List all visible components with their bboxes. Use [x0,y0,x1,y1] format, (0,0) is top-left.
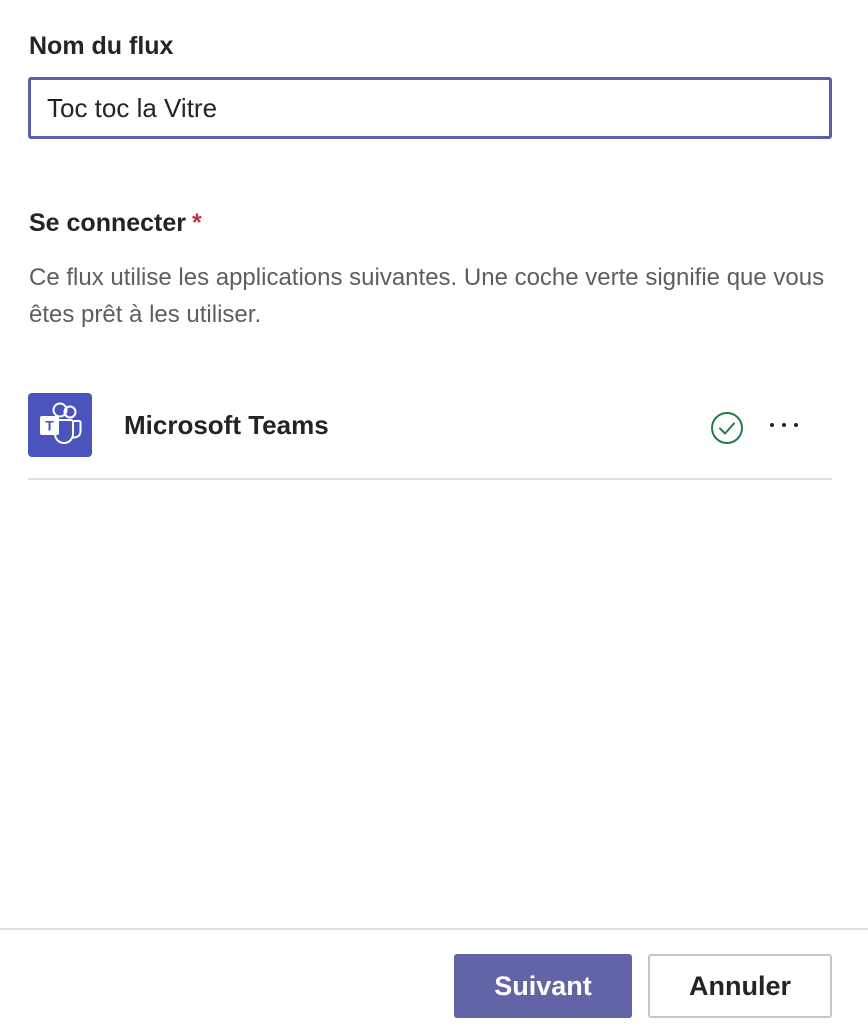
green-check-icon [711,412,743,444]
connect-label-text: Se connecter [29,209,187,237]
more-options-icon[interactable] [764,407,804,443]
svg-text:T: T [45,418,54,434]
flow-name-label: Nom du flux [29,32,174,60]
connect-description: Ce flux utilise les applications suivant… [29,264,825,328]
connect-label: Se connecter * [29,209,202,238]
create-flow-panel: Nom du flux Se connecter* Ce flux utilis… [0,0,868,1032]
microsoft-teams-icon: T [28,393,92,457]
app-name: Microsoft Teams [124,410,329,440]
flow-name-input[interactable] [28,77,832,139]
footer-divider [0,928,868,930]
required-marker: * [192,209,202,237]
app-row-microsoft-teams: T Microsoft Teams [28,393,832,457]
cancel-button[interactable]: Annuler [648,954,832,1018]
row-divider [28,478,832,480]
next-button[interactable]: Suivant [454,954,632,1018]
